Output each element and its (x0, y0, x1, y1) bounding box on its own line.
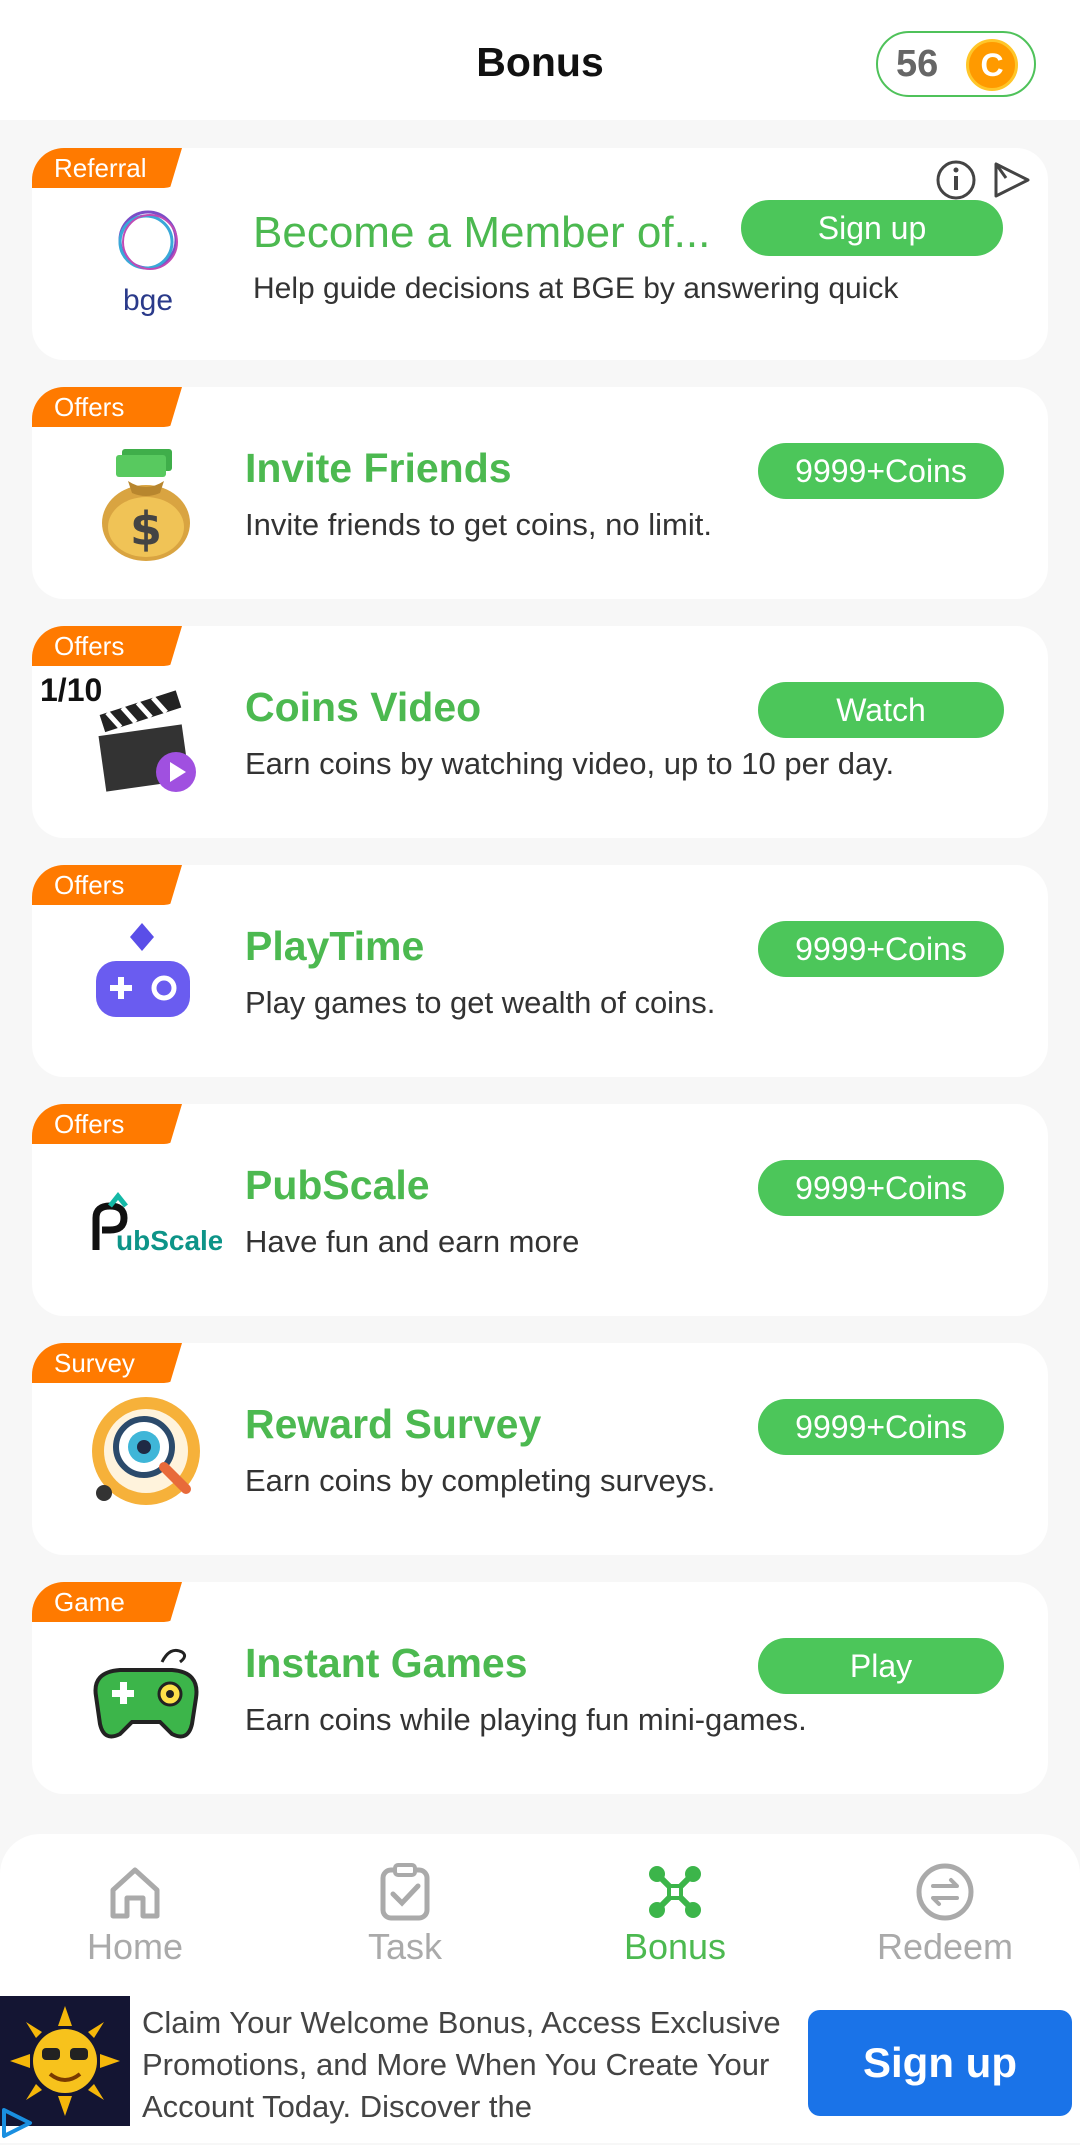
nav-task[interactable]: Task (270, 1834, 540, 1994)
card-tag: Offers (32, 626, 182, 666)
offer-card-invite-friends[interactable]: Offers $ Invite Friends Invite friends t… (32, 387, 1048, 599)
clapperboard-icon (82, 676, 212, 806)
offer-card-pubscale[interactable]: Offers ubScale PubScale Have fun and ear… (32, 1104, 1048, 1316)
banner-ad[interactable]: Claim Your Welcome Bonus, Access Exclusi… (0, 1994, 1080, 2143)
ad-signup-button[interactable]: Sign up (741, 200, 1003, 256)
coins-button[interactable]: 9999+Coins (758, 443, 1004, 499)
money-bag-icon: $ (82, 437, 212, 567)
nav-home[interactable]: Home (0, 1834, 270, 1994)
coin-icon: C (966, 39, 1018, 91)
offer-card-reward-survey[interactable]: Survey Reward Survey Earn coins by compl… (32, 1343, 1048, 1555)
coins-button[interactable]: 9999+Coins (758, 1160, 1004, 1216)
card-description: Earn coins while playing fun mini-games. (245, 1702, 807, 1737)
card-tag: Referral (32, 148, 182, 188)
coin-balance[interactable]: 56 C (876, 31, 1036, 97)
card-tag: Offers (32, 1104, 182, 1144)
home-icon (110, 1867, 160, 1919)
ad-play-icon (0, 2106, 34, 2145)
watch-button[interactable]: Watch (758, 682, 1004, 738)
card-tag: Game (32, 1582, 182, 1622)
gamepad-icon (82, 915, 212, 1045)
card-description: Play games to get wealth of coins. (245, 985, 716, 1020)
app-header: Bonus 56 C (0, 0, 1080, 120)
nav-redeem[interactable]: Redeem (810, 1834, 1080, 1994)
bge-logo: bge (82, 198, 212, 328)
card-tag: Survey (32, 1343, 182, 1383)
banner-ad-text: Claim Your Welcome Bonus, Access Exclusi… (142, 2005, 781, 2124)
coins-button[interactable]: 9999+Coins (758, 1399, 1004, 1455)
green-gamepad-icon (82, 1632, 212, 1762)
card-description: Invite friends to get coins, no limit. (245, 507, 712, 542)
nav-label: Home (86, 1926, 184, 1967)
play-button[interactable]: Play (758, 1638, 1004, 1694)
coins-button[interactable]: 9999+Coins (758, 921, 1004, 977)
ad-choices[interactable] (934, 158, 1034, 202)
pubscale-logo: ubScale (82, 1154, 223, 1284)
card-tag: Offers (32, 865, 182, 905)
card-description: Earn coins by watching video, up to 10 p… (245, 746, 895, 781)
card-title: Invite Friends (245, 445, 512, 491)
card-description: Earn coins by completing surveys. (245, 1463, 716, 1498)
survey-magnifier-icon (82, 1393, 212, 1523)
card-title: Coins Video (245, 684, 482, 730)
svg-text:bge: bge (123, 284, 173, 317)
ad-title: Become a Member of... (253, 208, 711, 257)
nav-bonus[interactable]: Bonus (540, 1834, 810, 1994)
bonus-network-icon (649, 1866, 701, 1918)
svg-text:ubScale: ubScale (116, 1225, 222, 1256)
coin-count: 56 (896, 43, 939, 85)
clipboard-check-icon (380, 1863, 430, 1921)
nav-label: Bonus (623, 1926, 727, 1967)
card-title: PlayTime (245, 923, 425, 969)
referral-ad-card[interactable]: Referral bge Become a Member of... Help … (32, 148, 1048, 360)
card-description: Have fun and earn more (245, 1224, 580, 1259)
svg-text:$: $ (130, 502, 162, 556)
card-title: Instant Games (245, 1640, 528, 1686)
exchange-icon (916, 1863, 974, 1921)
nav-label: Task (367, 1926, 443, 1967)
ad-description: Help guide decisions at BGE by answering… (253, 272, 899, 305)
banner-signup-button[interactable]: Sign up (808, 2010, 1072, 2116)
bottom-navigation: Home Task Bonus Redeem (0, 1834, 1080, 1994)
offer-card-instant-games[interactable]: Game Instant Games Earn coins while play… (32, 1582, 1048, 1794)
offer-card-coins-video[interactable]: Offers 1/10 Coins Video Earn coins by wa… (32, 626, 1048, 838)
card-title: PubScale (245, 1162, 430, 1208)
offer-card-playtime[interactable]: Offers PlayTime Play games to get wealth… (32, 865, 1048, 1077)
card-tag: Offers (32, 387, 182, 427)
card-title: Reward Survey (245, 1401, 542, 1447)
nav-label: Redeem (876, 1926, 1014, 1967)
